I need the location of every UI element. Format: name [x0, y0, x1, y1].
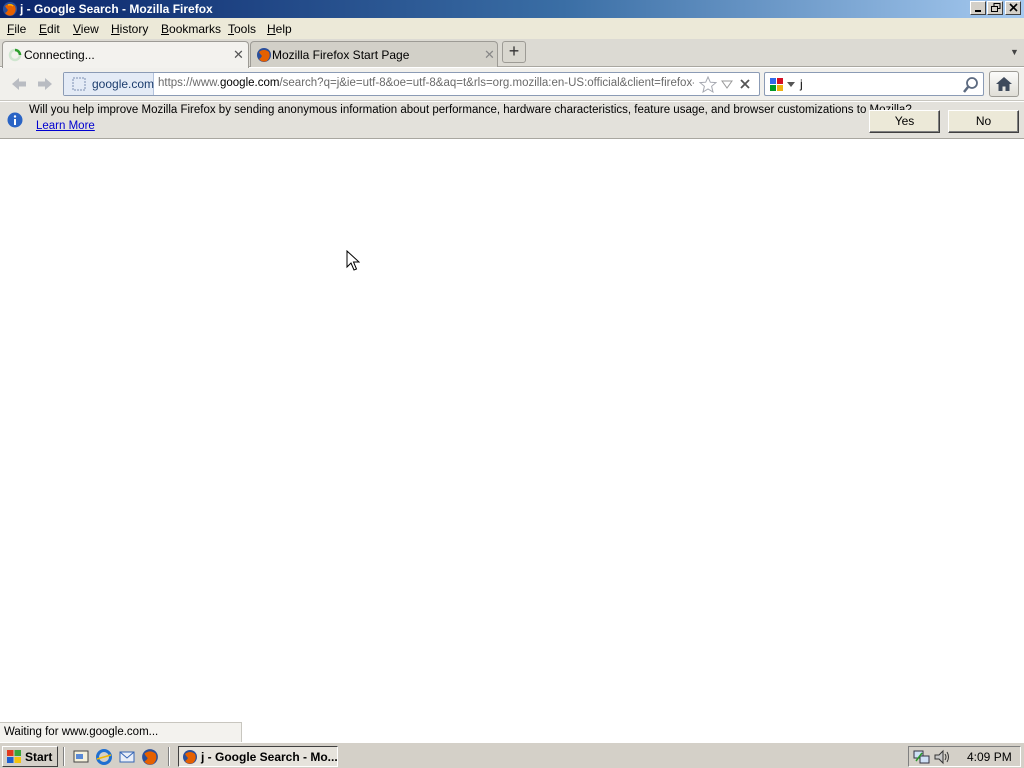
tab-label: Connecting... — [24, 48, 95, 62]
no-button[interactable]: No — [948, 110, 1019, 133]
tab-close-icon[interactable]: ✕ — [233, 47, 244, 63]
taskbar-window-label: j - Google Search - Mo... — [201, 750, 338, 764]
bookmark-star-icon[interactable] — [699, 76, 717, 93]
minimize-button[interactable] — [970, 1, 986, 15]
url-text[interactable]: https://www.google.com/search?q=j&ie=utf… — [158, 77, 694, 89]
minimize-icon — [975, 10, 981, 12]
search-bar[interactable]: j — [764, 72, 984, 96]
internet-explorer-icon[interactable] — [95, 748, 113, 766]
close-icon — [1009, 3, 1018, 12]
network-connection-icon[interactable] — [913, 749, 931, 765]
identity-domain: google.com — [92, 77, 155, 91]
system-tray: 4:09 PM — [908, 746, 1021, 767]
search-input[interactable]: j — [800, 77, 803, 91]
tab-firefox-start-page[interactable]: Mozilla Firefox Start Page ✕ — [250, 41, 498, 67]
learn-more-link[interactable]: Learn More — [36, 120, 95, 132]
site-identity-icon — [72, 77, 86, 91]
outlook-express-icon[interactable] — [118, 748, 136, 766]
stop-loading-icon[interactable] — [739, 78, 751, 90]
back-arrow-icon[interactable] — [9, 75, 29, 93]
mouse-pointer-icon — [346, 250, 360, 271]
notification-bar: Will you help improve Mozilla Firefox by… — [0, 102, 1024, 139]
menu-history[interactable]: History — [111, 22, 148, 36]
page-content-area[interactable] — [0, 140, 1024, 722]
home-button[interactable] — [989, 71, 1019, 97]
firefox-icon[interactable] — [141, 748, 159, 766]
menu-file[interactable]: File — [7, 22, 26, 36]
forward-arrow-icon[interactable] — [35, 75, 55, 93]
search-engine-dropdown-icon[interactable] — [787, 82, 795, 87]
menu-view[interactable]: View — [73, 22, 99, 36]
loading-throbber-icon — [8, 48, 22, 62]
menu-bookmarks[interactable]: Bookmarks — [161, 22, 221, 36]
title-bar[interactable]: j - Google Search - Mozilla Firefox — [0, 0, 1024, 18]
search-magnifier-icon[interactable] — [962, 76, 980, 94]
menu-bar: File Edit View History Bookmarks Tools H… — [0, 18, 1024, 39]
tab-connecting[interactable]: Connecting... ✕ — [2, 41, 249, 68]
status-text: Waiting for www.google.com... — [4, 726, 159, 738]
status-panel: Waiting for www.google.com... — [0, 722, 242, 742]
volume-icon[interactable] — [933, 749, 951, 765]
start-button[interactable]: Start — [2, 746, 58, 767]
menu-tools[interactable]: Tools — [228, 22, 256, 36]
window-title: j - Google Search - Mozilla Firefox — [20, 2, 213, 16]
list-all-tabs-chevron-icon[interactable]: ▼ — [1010, 47, 1019, 57]
plus-icon: + — [508, 41, 520, 61]
show-desktop-icon[interactable] — [72, 748, 90, 766]
windows-logo-icon — [7, 750, 21, 763]
home-icon — [996, 77, 1012, 91]
yes-button[interactable]: Yes — [869, 110, 940, 133]
firefox-icon — [257, 48, 271, 62]
google-icon[interactable] — [769, 77, 785, 93]
close-window-button[interactable] — [1005, 1, 1021, 15]
menu-help[interactable]: Help — [267, 22, 292, 36]
taskbar-window-firefox[interactable]: j - Google Search - Mo... — [178, 746, 338, 767]
restore-button[interactable] — [987, 1, 1003, 15]
url-bar[interactable]: google.com https://www.google.com/search… — [63, 72, 760, 96]
firefox-icon — [183, 750, 197, 764]
tab-close-icon[interactable]: ✕ — [484, 47, 495, 63]
url-history-dropdown-icon[interactable] — [721, 80, 733, 90]
notification-message: Will you help improve Mozilla Firefox by… — [29, 104, 912, 116]
restore-icon — [991, 3, 1001, 12]
taskbar: Start j - Google Search - Mo... 4:09 PM — [0, 742, 1024, 768]
info-icon — [7, 112, 23, 128]
new-tab-button[interactable]: + — [502, 41, 526, 63]
navigation-toolbar: google.com https://www.google.com/search… — [0, 68, 1024, 101]
clock[interactable]: 4:09 PM — [967, 750, 1012, 764]
start-label: Start — [25, 750, 53, 764]
menu-edit[interactable]: Edit — [39, 22, 60, 36]
tab-label: Mozilla Firefox Start Page — [272, 48, 410, 62]
site-identity-button[interactable]: google.com — [64, 73, 154, 95]
firefox-icon — [3, 2, 17, 16]
